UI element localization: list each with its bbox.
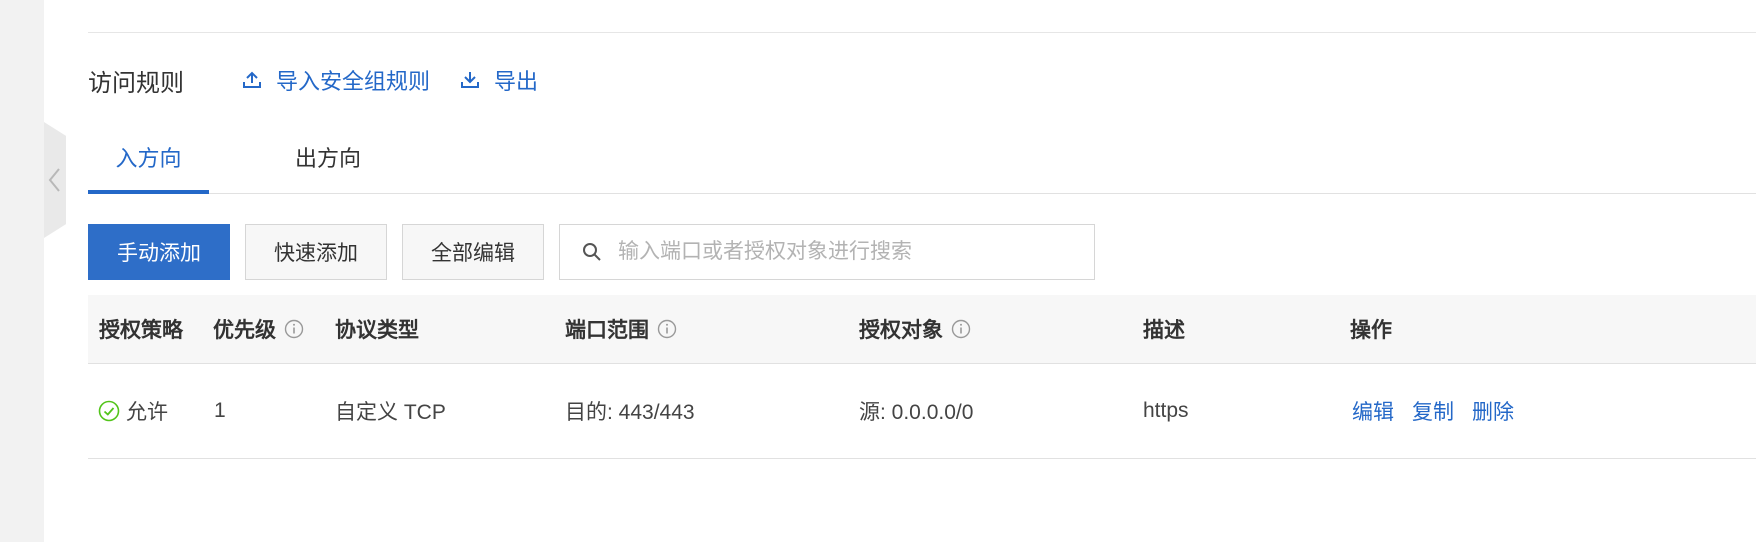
sidebar-collapse-toggle[interactable] [44,122,66,238]
column-label: 优先级 [213,319,276,342]
cell-protocol: 自定义 TCP [335,401,446,424]
table-row: 允许 1 自定义 TCP 目的: 443/443 源: 0.0.0.0/0 ht… [88,364,1756,459]
check-circle-icon [98,400,120,422]
info-circle-icon[interactable] [657,319,677,339]
export-link[interactable]: 导出 [460,64,538,96]
tab-inbound[interactable]: 入方向 [88,130,209,194]
cell-port: 目的: 443/443 [565,401,695,424]
column-header-priority: 优先级 [213,295,304,363]
column-header-target: 授权对象 [859,295,971,363]
left-sidebar-rail [0,0,44,542]
column-header-port: 端口范围 [565,295,677,363]
policy-value: 允许 [126,401,168,424]
info-circle-icon[interactable] [284,319,304,339]
chevron-left-icon [48,168,60,192]
cell-description: https [1143,399,1189,422]
cell-target: 源: 0.0.0.0/0 [859,401,974,424]
search-icon [582,242,602,262]
download-icon [460,70,480,90]
tab-outbound[interactable]: 出方向 [268,130,388,192]
direction-tabs: 入方向 出方向 [88,130,1756,194]
cell-actions: 编辑 复制 删除 [1352,364,1532,458]
import-rules-label: 导入安全组规则 [276,69,431,94]
cell-policy: 允许 [98,364,168,458]
copy-link[interactable]: 复制 [1412,396,1454,426]
quick-add-button[interactable]: 快速添加 [245,224,387,280]
rules-table: 授权策略 优先级 协议类型 端口范围 授权对象 描述 操作 允许 1 自定义 T… [88,295,1756,459]
column-label: 描述 [1143,319,1185,342]
import-rules-link[interactable]: 导入安全组规则 [242,64,430,96]
column-label: 授权策略 [99,319,183,342]
access-rules-header: 访问规则 导入安全组规则 导出 [88,60,568,100]
edit-link[interactable]: 编辑 [1352,396,1394,426]
column-label: 协议类型 [335,319,419,342]
column-label: 授权对象 [859,319,943,342]
column-header-actions: 操作 [1350,295,1392,363]
search-box [559,224,1095,280]
section-title: 访问规则 [88,69,184,97]
column-label: 操作 [1350,319,1392,342]
column-header-policy: 授权策略 [99,295,183,363]
column-header-description: 描述 [1143,295,1185,363]
delete-link[interactable]: 删除 [1472,396,1514,426]
export-label: 导出 [494,69,539,94]
rules-toolbar: 手动添加 快速添加 全部编辑 [88,223,1095,281]
edit-all-button[interactable]: 全部编辑 [402,224,544,280]
top-divider [88,32,1756,33]
search-input[interactable] [616,239,1080,265]
table-header: 授权策略 优先级 协议类型 端口范围 授权对象 描述 操作 [88,295,1756,364]
column-label: 端口范围 [565,319,649,342]
column-header-protocol: 协议类型 [335,295,419,363]
manual-add-button[interactable]: 手动添加 [88,224,230,280]
upload-icon [242,70,262,90]
info-circle-icon[interactable] [951,319,971,339]
cell-priority: 1 [214,399,226,422]
